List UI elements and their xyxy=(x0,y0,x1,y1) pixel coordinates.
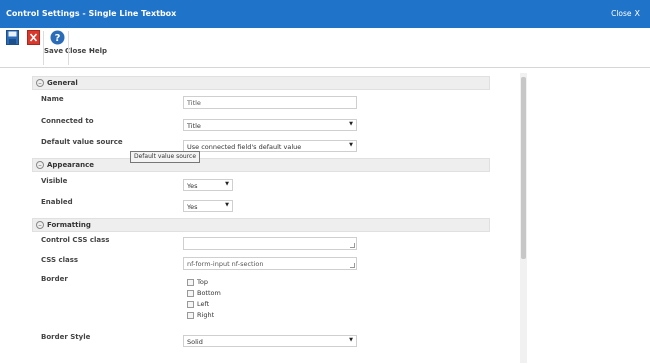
border-bottom-label: Bottom xyxy=(197,289,221,297)
css-class-label: CSS class xyxy=(41,256,79,264)
checkbox-icon xyxy=(187,311,194,319)
border-top-checkbox[interactable]: Top xyxy=(187,278,208,286)
save-button[interactable]: Save xyxy=(3,30,63,66)
name-input[interactable]: Title xyxy=(183,96,357,109)
section-formatting-title: Formatting xyxy=(47,221,91,229)
dialog-titlebar: Control Settings - Single Line Textbox C… xyxy=(0,0,650,28)
connected-to-select[interactable]: Title ▼ xyxy=(183,119,357,131)
save-icon xyxy=(5,30,19,45)
border-right-checkbox[interactable]: Right xyxy=(187,311,214,319)
enabled-select[interactable]: Yes ▼ xyxy=(183,200,233,212)
border-style-select[interactable]: Solid ▼ xyxy=(183,335,357,347)
checkbox-icon xyxy=(187,289,194,297)
scrollbar-thumb[interactable] xyxy=(521,77,526,259)
settings-panel: – General Name Title Connected to Title … xyxy=(0,69,650,364)
visible-value: Yes xyxy=(187,182,198,190)
connected-to-value: Title xyxy=(187,122,201,130)
section-appearance-title: Appearance xyxy=(47,161,94,169)
control-css-class-label: Control CSS class xyxy=(41,236,110,244)
tooltip: Default value source xyxy=(130,151,201,163)
collapse-icon[interactable]: – xyxy=(36,161,44,169)
help-button[interactable]: ? Help ▼ xyxy=(48,30,107,66)
close-icon xyxy=(26,30,40,45)
dialog-close-label: Close xyxy=(611,9,632,18)
chevron-down-icon: ▼ xyxy=(89,48,93,53)
chevron-down-icon: ▼ xyxy=(349,121,353,127)
chevron-down-icon: ▼ xyxy=(349,142,353,148)
chevron-down-icon: ▼ xyxy=(225,181,229,187)
checkbox-icon xyxy=(187,278,194,286)
default-value-source-value: Use connected field's default value xyxy=(187,143,302,151)
checkbox-icon xyxy=(187,300,194,308)
visible-select[interactable]: Yes ▼ xyxy=(183,179,233,191)
enabled-label: Enabled xyxy=(41,198,73,206)
chevron-down-icon: ▼ xyxy=(225,202,229,208)
chevron-down-icon: ▼ xyxy=(349,337,353,343)
help-icon: ? xyxy=(50,30,64,45)
section-formatting-header[interactable]: – Formatting xyxy=(32,218,490,232)
border-label: Border xyxy=(41,275,68,283)
border-right-label: Right xyxy=(197,311,215,319)
ribbon-toolbar: Save Close ? Help ▼ xyxy=(0,28,650,68)
border-left-label: Left xyxy=(197,300,210,308)
default-value-source-select[interactable]: Use connected field's default value ▼ xyxy=(183,140,357,152)
name-label: Name xyxy=(41,95,64,103)
connected-to-label: Connected to xyxy=(41,117,94,125)
border-style-label: Border Style xyxy=(41,333,91,341)
border-style-value: Solid xyxy=(187,338,203,346)
collapse-icon[interactable]: – xyxy=(36,221,44,229)
border-top-label: Top xyxy=(197,278,208,286)
section-general-header[interactable]: – General xyxy=(32,76,490,90)
close-x-icon: X xyxy=(634,9,640,18)
control-css-class-input[interactable] xyxy=(183,237,357,250)
collapse-icon[interactable]: – xyxy=(36,79,44,87)
section-general-title: General xyxy=(47,79,78,87)
ribbon-separator xyxy=(68,31,69,65)
default-value-source-label: Default value source xyxy=(41,138,123,146)
border-bottom-checkbox[interactable]: Bottom xyxy=(187,289,221,297)
visible-label: Visible xyxy=(41,177,68,185)
border-left-checkbox[interactable]: Left xyxy=(187,300,209,308)
enabled-value: Yes xyxy=(187,203,198,211)
section-appearance-header[interactable]: – Appearance xyxy=(32,158,490,172)
close-button[interactable]: Close xyxy=(24,30,86,66)
dialog-close-link[interactable]: Close X xyxy=(611,9,640,18)
dialog-body: Save Close ? Help ▼ – General Name Title… xyxy=(0,28,650,364)
svg-text:?: ? xyxy=(54,33,60,44)
ribbon-separator xyxy=(43,31,44,65)
css-class-input[interactable]: nf-form-input nf-section xyxy=(183,257,357,270)
dialog-title: Control Settings - Single Line Textbox xyxy=(6,9,177,18)
